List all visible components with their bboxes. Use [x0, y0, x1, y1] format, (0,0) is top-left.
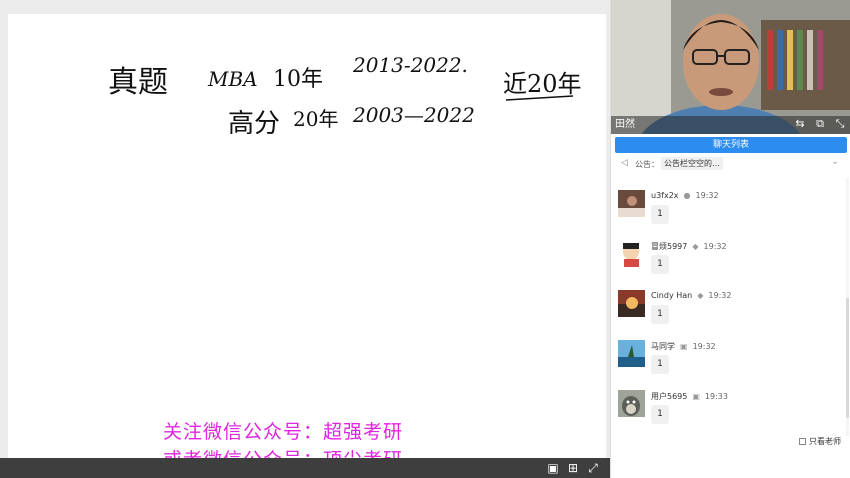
- user-icon: ◆: [692, 242, 699, 251]
- user-icon: ▣: [692, 392, 700, 401]
- avatar: [618, 190, 645, 217]
- timestamp: 19:32: [703, 242, 727, 251]
- list-item: 马同学 ▣ 19:32 1: [611, 328, 845, 378]
- popout-icon[interactable]: ⧉: [813, 117, 827, 133]
- chat-scrollbar[interactable]: [846, 178, 849, 436]
- close-icon[interactable]: ⤡: [833, 117, 847, 133]
- presenter-video: 田然 ⇆ ⧉ ⤡: [611, 0, 850, 134]
- fit-icon[interactable]: ▣: [546, 461, 560, 475]
- teacher-only-checkbox[interactable]: 只看老师: [799, 436, 841, 447]
- username: 用户5695: [651, 392, 688, 401]
- board-toolbar: ▣ ⊞ ⤢: [0, 458, 610, 478]
- timestamp: 19:33: [704, 392, 728, 401]
- presenter-name: 田然: [615, 119, 635, 130]
- avatar: [618, 340, 645, 367]
- timestamp: 19:32: [692, 342, 716, 351]
- avatar: [618, 290, 645, 317]
- hw-10years: 10年: [273, 67, 323, 92]
- hw-near20: 近20年: [503, 70, 582, 98]
- scroll-thumb[interactable]: [846, 298, 849, 418]
- hw-zhenti: 真题: [108, 65, 168, 100]
- message-bubble: 1: [651, 255, 669, 274]
- switch-icon[interactable]: ⇆: [793, 117, 807, 133]
- message-header: 用户5695 ▣ 19:33: [651, 391, 728, 402]
- timestamp: 19:32: [695, 191, 719, 200]
- hw-20years: 20年: [293, 107, 338, 131]
- video-bar: 田然 ⇆ ⧉ ⤡: [611, 116, 850, 134]
- message-bubble: 1: [651, 355, 669, 374]
- list-item: 用户5695 ▣ 19:33 1: [611, 378, 845, 428]
- watermark-line1: 关注微信公众号：超强考研: [163, 421, 404, 443]
- timestamp: 19:32: [708, 291, 732, 300]
- username: u3fx2x: [651, 191, 679, 200]
- username: Cindy Han: [651, 291, 693, 300]
- username: 冒烦5997: [651, 242, 688, 251]
- notice-label: 公告：: [635, 160, 659, 169]
- fullscreen-icon[interactable]: ⤢: [586, 461, 600, 475]
- side-panel: 田然 ⇆ ⧉ ⤡ 聊天列表 ◁ 公告： 公告栏空空的… ⌄ u3fx2x ● 19:…: [610, 0, 850, 478]
- hw-range1: 2013-2022.: [352, 53, 468, 77]
- chevron-down-icon[interactable]: ⌄: [831, 156, 839, 167]
- username: 马同学: [651, 342, 675, 351]
- notice-text: 公告栏空空的…: [661, 157, 723, 170]
- list-item: u3fx2x ● 19:32 1: [611, 178, 845, 228]
- user-icon: ●: [683, 191, 691, 200]
- user-icon: ◆: [697, 291, 704, 300]
- video-frame: [611, 0, 850, 134]
- tab-chat-list[interactable]: 聊天列表: [615, 137, 847, 153]
- chat-list[interactable]: u3fx2x ● 19:32 1 冒烦5997 ◆ 19:32 1 Cindy Han ◆…: [611, 178, 845, 436]
- checkbox-icon[interactable]: [799, 438, 806, 445]
- message-bubble: 1: [651, 305, 669, 324]
- expand-icon[interactable]: ⊞: [566, 461, 580, 475]
- user-icon: ▣: [680, 342, 688, 351]
- hw-range2: 2003—2022: [352, 103, 475, 127]
- list-item: 冒烦5997 ◆ 19:32 1: [611, 228, 845, 278]
- notice-bar[interactable]: ◁ 公告： 公告栏空空的… ⌄: [611, 155, 850, 173]
- handwriting: 真题 MBA 10年 2013-2022. 高分 20年 2003—2022 近…: [108, 53, 582, 134]
- whiteboard: 真题 MBA 10年 2013-2022. 高分 20年 2003—2022 近…: [0, 0, 610, 478]
- message-header: u3fx2x ● 19:32: [651, 191, 719, 200]
- teacher-only-label: 只看老师: [809, 437, 841, 446]
- message-bubble: 1: [651, 405, 669, 424]
- list-item: Cindy Han ◆ 19:32 1: [611, 278, 845, 328]
- message-header: 马同学 ▣ 19:32: [651, 341, 716, 352]
- hw-gaofen: 高分: [228, 109, 280, 134]
- hw-mba: MBA: [207, 67, 258, 91]
- message-header: 冒烦5997 ◆ 19:32: [651, 241, 727, 252]
- megaphone-icon: ◁: [621, 158, 628, 168]
- classroom-app: 真题 MBA 10年 2013-2022. 高分 20年 2003—2022 近…: [0, 0, 850, 478]
- message-header: Cindy Han ◆ 19:32: [651, 291, 731, 300]
- avatar: [618, 390, 645, 417]
- whiteboard-canvas[interactable]: 真题 MBA 10年 2013-2022. 高分 20年 2003—2022 近…: [8, 14, 606, 471]
- message-bubble: 1: [651, 205, 669, 224]
- avatar: [618, 240, 645, 267]
